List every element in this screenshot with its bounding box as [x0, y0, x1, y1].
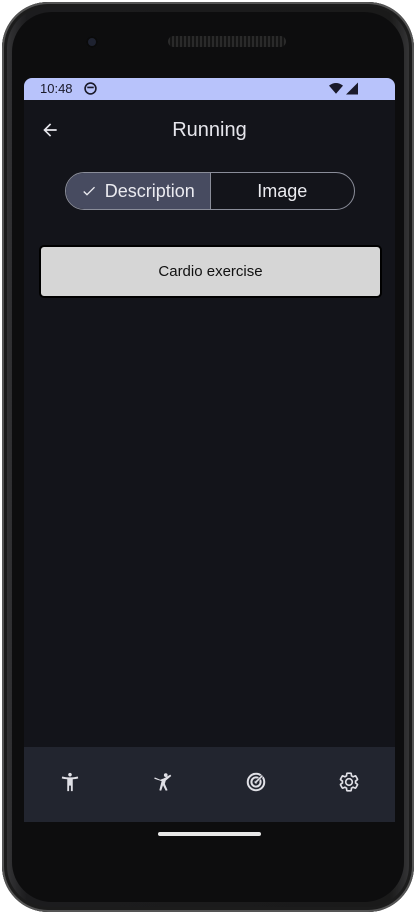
nav-item-exercises[interactable] — [24, 747, 117, 822]
front-camera — [86, 36, 98, 48]
accessibility-icon — [59, 771, 81, 798]
nav-item-goals[interactable] — [210, 747, 303, 822]
segment-label: Image — [257, 180, 308, 201]
app-screen: 10:48 Running Description Image Cardio e… — [24, 78, 395, 822]
segment-description[interactable]: Description — [66, 173, 211, 209]
bottom-navigation — [24, 747, 395, 822]
target-icon — [245, 771, 267, 798]
earpiece-speaker — [168, 36, 286, 47]
wifi-icon — [329, 82, 343, 98]
nav-item-settings[interactable] — [302, 747, 395, 822]
app-notification-icon — [84, 82, 97, 95]
home-indicator[interactable] — [158, 832, 261, 836]
segment-label: Description — [104, 180, 195, 201]
top-app-bar: Running — [24, 100, 395, 164]
martial-arts-icon — [152, 771, 174, 798]
segmented-control: Description Image — [65, 172, 355, 210]
page-title: Running — [172, 119, 247, 141]
description-card: Cardio exercise — [39, 245, 382, 298]
status-bar: 10:48 — [24, 78, 395, 100]
nav-item-workouts[interactable] — [117, 747, 210, 822]
status-time: 10:48 — [40, 81, 73, 96]
segment-image[interactable]: Image — [211, 173, 355, 209]
check-icon — [81, 183, 97, 199]
settings-icon — [338, 771, 360, 798]
signal-icon — [346, 82, 358, 98]
description-text: Cardio exercise — [158, 263, 263, 280]
